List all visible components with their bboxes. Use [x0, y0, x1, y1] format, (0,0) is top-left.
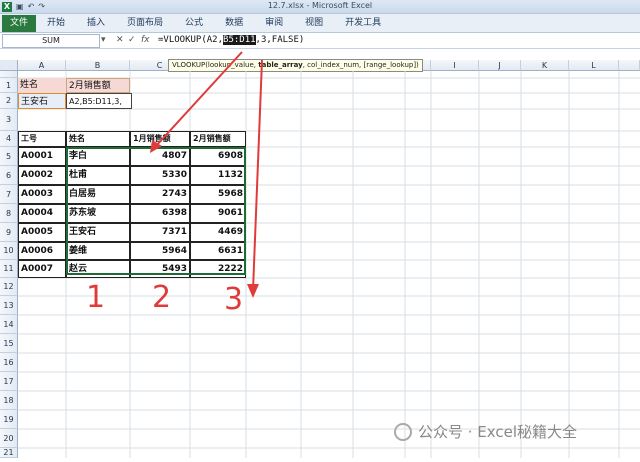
wechat-icon — [394, 422, 412, 441]
arrow-line-1 — [154, 51, 243, 148]
annotation-1: 1 — [86, 280, 106, 315]
arrow-line-2 — [252, 59, 263, 291]
watermark: 公众号 · Excel秘籍大全 — [394, 421, 577, 442]
annotation-3: 3 — [224, 282, 244, 317]
arrow-annotation — [150, 51, 263, 298]
watermark-text: 公众号 · Excel秘籍大全 — [418, 423, 578, 441]
arrowhead-icon — [247, 284, 259, 298]
annotation-2: 2 — [152, 280, 172, 315]
